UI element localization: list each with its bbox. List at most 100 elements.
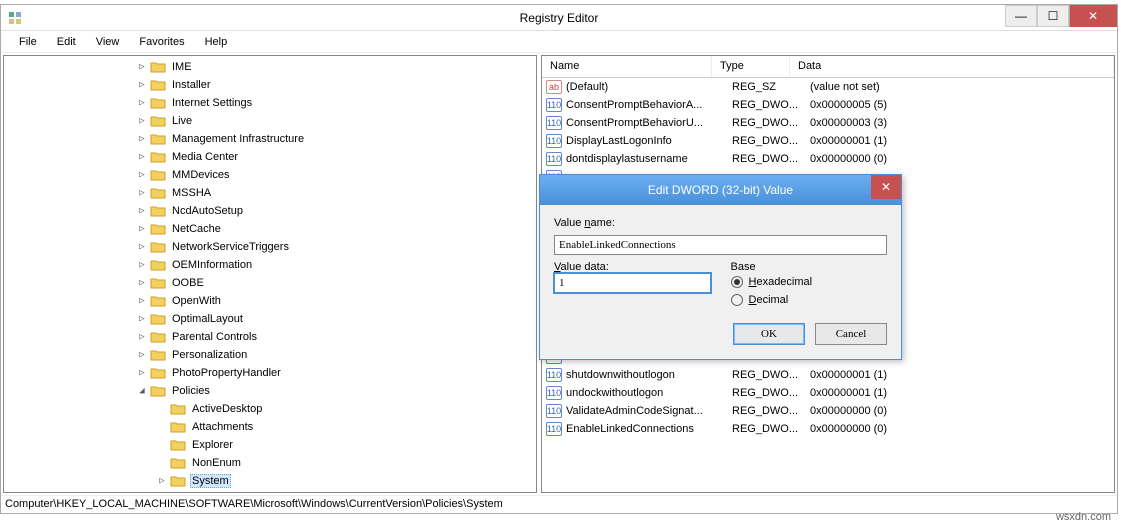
tree-item[interactable]: ▷Parental Controls	[4, 328, 532, 346]
folder-icon	[150, 348, 166, 362]
expand-icon[interactable]: ▷	[134, 116, 150, 126]
list-row[interactable]: ab(Default)REG_SZ(value not set)	[542, 78, 1114, 96]
list-row[interactable]: 110ConsentPromptBehaviorA...REG_DWO...0x…	[542, 96, 1114, 114]
folder-icon	[150, 240, 166, 254]
folder-icon	[150, 132, 166, 146]
dialog-title: Edit DWORD (32-bit) Value ✕	[540, 175, 901, 205]
list-row[interactable]: 110DisplayLastLogonInfoREG_DWO...0x00000…	[542, 132, 1114, 150]
close-button[interactable]: ✕	[1069, 5, 1117, 27]
list-row[interactable]: 110EnableLinkedConnectionsREG_DWO...0x00…	[542, 420, 1114, 438]
folder-icon	[150, 78, 166, 92]
tree-item[interactable]: ▷MSSHA	[4, 184, 532, 202]
tree-item[interactable]: ◢Policies	[4, 382, 532, 400]
cancel-button[interactable]: Cancel	[815, 323, 887, 345]
folder-icon	[150, 96, 166, 110]
dword-icon: 110	[546, 116, 562, 130]
expand-icon[interactable]: ▷	[134, 332, 150, 342]
list-row[interactable]: 110ConsentPromptBehaviorU...REG_DWO...0x…	[542, 114, 1114, 132]
tree-item[interactable]: ▷System	[4, 472, 532, 490]
ok-button[interactable]: OK	[733, 323, 805, 345]
tree-item[interactable]: ▷Installer	[4, 76, 532, 94]
tree-item[interactable]: Explorer	[4, 436, 532, 454]
tree-item[interactable]: ▷OOBE	[4, 274, 532, 292]
expand-icon[interactable]: ▷	[134, 80, 150, 90]
maximize-button[interactable]: ☐	[1037, 5, 1069, 27]
menu-file[interactable]: File	[11, 34, 45, 50]
tree-item[interactable]: ▷OptimalLayout	[4, 310, 532, 328]
folder-icon	[170, 420, 186, 434]
status-bar: Computer\HKEY_LOCAL_MACHINE\SOFTWARE\Mic…	[1, 495, 1117, 513]
expand-icon[interactable]: ▷	[134, 98, 150, 108]
expand-icon[interactable]: ▷	[134, 188, 150, 198]
tree-item[interactable]: ▷Media Center	[4, 148, 532, 166]
tree-item[interactable]: ▷Management Infrastructure	[4, 130, 532, 148]
minimize-button[interactable]: —	[1005, 5, 1037, 27]
expand-icon[interactable]: ▷	[134, 260, 150, 270]
menu-view[interactable]: View	[88, 34, 128, 50]
base-label: Base	[731, 261, 888, 273]
expand-icon[interactable]: ▷	[134, 152, 150, 162]
dword-icon: 110	[546, 422, 562, 436]
value-data-input[interactable]	[554, 273, 711, 293]
tree-item[interactable]: ▷IME	[4, 58, 532, 76]
collapse-icon[interactable]: ◢	[134, 386, 150, 396]
folder-icon	[170, 402, 186, 416]
tree-item[interactable]: Attachments	[4, 418, 532, 436]
expand-icon[interactable]: ▷	[134, 224, 150, 234]
tree-item[interactable]: ▷OpenWith	[4, 292, 532, 310]
folder-icon	[150, 150, 166, 164]
tree-item[interactable]: ▷PhotoPropertyHandler	[4, 364, 532, 382]
expand-icon[interactable]: ▷	[134, 170, 150, 180]
tree-item[interactable]: ▷Internet Settings	[4, 94, 532, 112]
tree-item[interactable]: PowerEfficiencyDiagnostics	[4, 490, 532, 493]
expand-icon[interactable]: ▷	[134, 242, 150, 252]
value-data-label: Value data:	[554, 261, 711, 273]
tree-item[interactable]: NonEnum	[4, 454, 532, 472]
tree-item[interactable]: ▷Live	[4, 112, 532, 130]
edit-dword-dialog: Edit DWORD (32-bit) Value ✕ Value name: …	[539, 174, 902, 360]
folder-icon	[150, 222, 166, 236]
tree-item[interactable]: ▷NetCache	[4, 220, 532, 238]
tree-item[interactable]: ▷OEMInformation	[4, 256, 532, 274]
tree-pane[interactable]: ▷IME▷Installer▷Internet Settings▷Live▷Ma…	[3, 55, 537, 493]
folder-icon	[150, 312, 166, 326]
app-icon	[7, 10, 23, 26]
list-row[interactable]: 110dontdisplaylastusernameREG_DWO...0x00…	[542, 150, 1114, 168]
tree-item[interactable]: ActiveDesktop	[4, 400, 532, 418]
folder-icon	[150, 60, 166, 74]
header-type[interactable]: Type	[712, 56, 790, 77]
menu-favorites[interactable]: Favorites	[131, 34, 192, 50]
value-name-input[interactable]	[554, 235, 887, 255]
tree-item[interactable]: ▷Personalization	[4, 346, 532, 364]
expand-icon[interactable]: ▷	[134, 296, 150, 306]
dword-icon: 110	[546, 152, 562, 166]
menu-help[interactable]: Help	[197, 34, 236, 50]
expand-icon[interactable]: ▷	[134, 314, 150, 324]
folder-icon	[150, 276, 166, 290]
folder-icon	[170, 456, 186, 470]
expand-icon[interactable]: ▷	[134, 368, 150, 378]
expand-icon[interactable]: ▷	[134, 278, 150, 288]
tree-item[interactable]: ▷NetworkServiceTriggers	[4, 238, 532, 256]
titlebar: Registry Editor — ☐ ✕	[1, 5, 1117, 31]
list-row[interactable]: 110undockwithoutlogonREG_DWO...0x0000000…	[542, 384, 1114, 402]
folder-icon	[170, 474, 186, 488]
expand-icon[interactable]: ▷	[134, 350, 150, 360]
radio-decimal[interactable]: Decimal	[731, 291, 888, 309]
expand-icon[interactable]: ▷	[134, 134, 150, 144]
header-name[interactable]: Name	[542, 56, 712, 77]
header-data[interactable]: Data	[790, 56, 1114, 77]
dialog-close-button[interactable]: ✕	[871, 175, 901, 199]
folder-icon	[150, 204, 166, 218]
menubar: File Edit View Favorites Help	[1, 31, 1117, 53]
tree-item[interactable]: ▷NcdAutoSetup	[4, 202, 532, 220]
menu-edit[interactable]: Edit	[49, 34, 84, 50]
list-row[interactable]: 110shutdownwithoutlogonREG_DWO...0x00000…	[542, 366, 1114, 384]
expand-icon[interactable]: ▷	[134, 206, 150, 216]
expand-icon[interactable]: ▷	[134, 62, 150, 72]
list-row[interactable]: 110ValidateAdminCodeSignat...REG_DWO...0…	[542, 402, 1114, 420]
tree-item[interactable]: ▷MMDevices	[4, 166, 532, 184]
expand-icon[interactable]: ▷	[154, 476, 170, 486]
radio-hexadecimal[interactable]: Hexadecimal	[731, 273, 888, 291]
radio-icon	[731, 294, 743, 306]
